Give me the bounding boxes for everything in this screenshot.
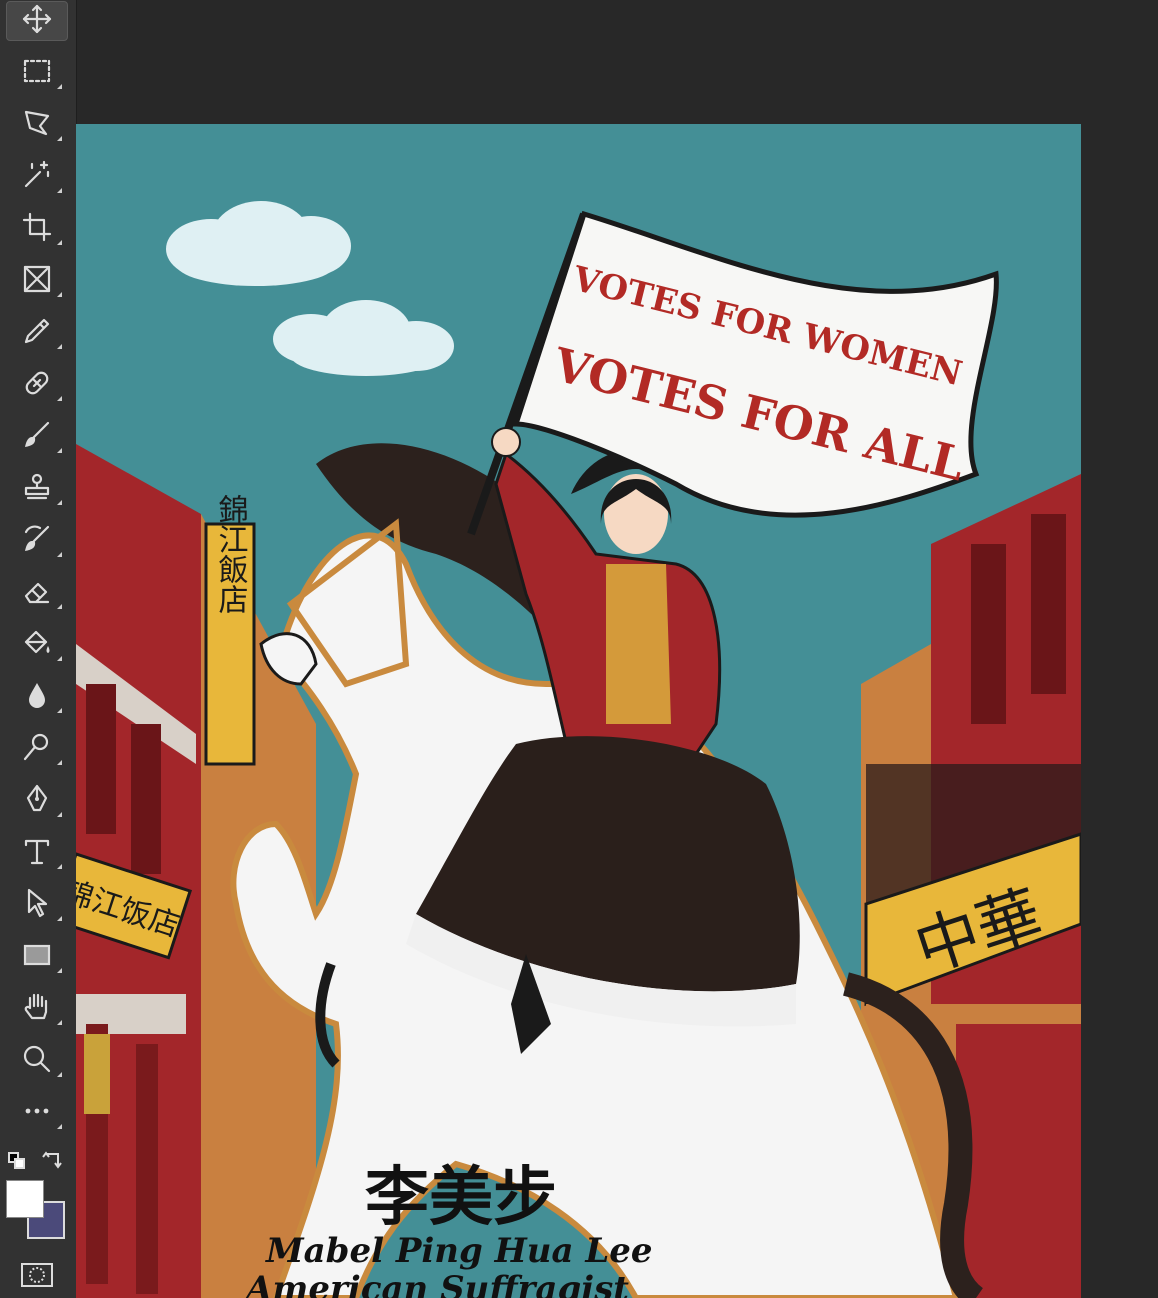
dodge-tool[interactable] [6,729,68,769]
hand-icon [20,990,54,1028]
bandage-icon [20,366,54,404]
eraser-tool[interactable] [6,573,68,613]
healing-brush-tool[interactable] [6,365,68,405]
tool-group-indicator [57,708,62,713]
rectangular-marquee-tool[interactable] [6,53,68,93]
eyedropper-tool[interactable] [6,313,68,353]
rectangle-icon [20,938,54,976]
default-colors-icon[interactable] [8,1152,26,1170]
drop-icon [20,678,54,716]
tool-group-indicator [57,84,62,89]
polygonal-lasso-icon [20,106,54,144]
eraser-icon [20,574,54,612]
tool-group-indicator [57,344,62,349]
tool-group-indicator [57,448,62,453]
quick-mask-icon[interactable] [20,1262,54,1288]
type-tool[interactable] [6,833,68,873]
history-brush-icon [20,522,54,560]
tool-group-indicator [57,396,62,401]
paint-bucket-icon [20,626,54,664]
tool-group-indicator [57,1124,62,1129]
pen-icon [20,782,54,820]
lasso-tool[interactable] [6,105,68,145]
arrow-cursor-icon [20,886,54,924]
path-selection-tool[interactable] [6,885,68,925]
hand-tool[interactable] [6,989,68,1029]
history-brush-tool[interactable] [6,521,68,561]
tool-group-indicator [57,656,62,661]
move-tool[interactable] [6,1,68,41]
paint-bucket-tool[interactable] [6,625,68,665]
tool-group-indicator [57,812,62,817]
move-icon [20,2,54,40]
frame-tool[interactable] [6,261,68,301]
tool-group-indicator [57,968,62,973]
tool-group-indicator [57,240,62,245]
brush-tool[interactable] [6,417,68,457]
sign-vertical-text: 錦江飯店 [213,494,249,614]
tool-group-indicator [57,136,62,141]
tool-group-indicator [57,188,62,193]
pen-tool[interactable] [6,781,68,821]
dodge-icon [20,730,54,768]
rectangle-tool[interactable] [6,937,68,977]
tool-group-indicator [57,864,62,869]
magic-wand-tool[interactable] [6,157,68,197]
subtitle-text: American Suffragist [243,1269,629,1298]
stamp-icon [20,470,54,508]
zoom-icon [20,1042,54,1080]
frame-icon [20,262,54,300]
tools-panel [0,0,77,1298]
type-icon [20,834,54,872]
edit-toolbar[interactable] [6,1093,68,1133]
magic-wand-icon [20,158,54,196]
tool-group-indicator [57,500,62,505]
brush-icon [20,418,54,456]
marquee-icon [20,54,54,92]
artwork: 锦江饭店 錦江飯店 中華 VOTES FOR WOMEN VOTES FOR A… [76,124,1081,1298]
blur-tool[interactable] [6,677,68,717]
tool-group-indicator [57,292,62,297]
document-canvas[interactable]: 锦江饭店 錦江飯店 中華 VOTES FOR WOMEN VOTES FOR A… [76,124,1081,1298]
tool-group-indicator [57,604,62,609]
more-icon [20,1094,54,1132]
tool-group-indicator [57,1020,62,1025]
eyedropper-icon [20,314,54,352]
zoom-tool[interactable] [6,1041,68,1081]
tool-group-indicator [57,916,62,921]
crop-icon [20,210,54,248]
foreground-color-swatch[interactable] [6,1180,44,1218]
tool-group-indicator [57,552,62,557]
clone-stamp-tool[interactable] [6,469,68,509]
crop-tool[interactable] [6,209,68,249]
english-name-text: Mabel Ping Hua Lee [265,1231,653,1271]
chinese-name-text: 李美步 [365,1161,557,1235]
swap-colors-icon[interactable] [40,1148,64,1172]
tool-group-indicator [57,1072,62,1077]
tool-group-indicator [57,760,62,765]
sign-vertical: 錦江飯店 [204,494,256,766]
